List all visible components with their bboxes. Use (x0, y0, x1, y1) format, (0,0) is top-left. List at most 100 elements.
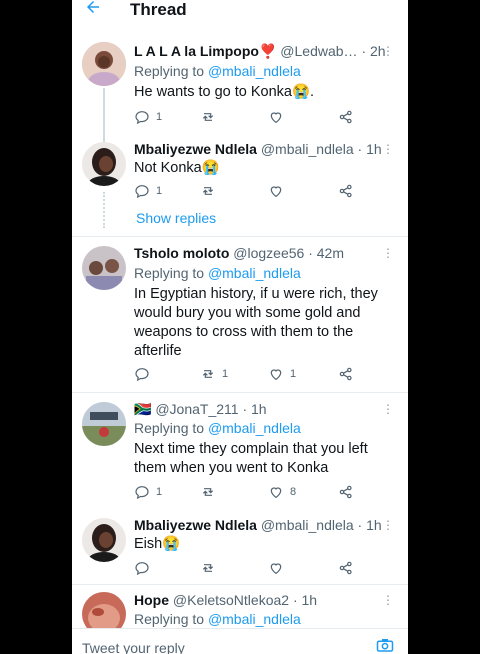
handle[interactable]: @JonaT_211 (155, 401, 238, 417)
retweet-button[interactable] (200, 109, 216, 125)
share-button[interactable] (338, 560, 354, 576)
reply-icon (135, 562, 149, 576)
share-button[interactable] (338, 109, 354, 125)
retweet-icon (202, 113, 214, 121)
retweet-icon (202, 564, 214, 572)
heart-icon (270, 112, 282, 124)
reply-button[interactable]: 1 (134, 183, 162, 199)
more-icon[interactable]: ⋮ (382, 44, 394, 58)
reply-button[interactable] (134, 366, 156, 382)
more-icon[interactable]: ⋮ (382, 593, 394, 607)
retweet-button[interactable] (200, 560, 216, 576)
display-name[interactable]: Tsholo moloto (134, 245, 229, 261)
replying-to: Replying to @mbali_ndlela (134, 265, 301, 281)
avatar[interactable] (82, 592, 126, 628)
reply-icon (135, 368, 149, 382)
like-button[interactable] (268, 183, 284, 199)
reply-icon (135, 486, 149, 500)
retweet-icon (202, 370, 214, 378)
like-count: 8 (290, 486, 297, 498)
like-button[interactable] (268, 109, 284, 125)
tweet-text: In Egyptian history, if u were rich, the… (134, 286, 378, 359)
mention-link[interactable]: @mbali_ndlela (208, 420, 301, 436)
handle[interactable]: @logzee56 (233, 245, 304, 261)
show-replies-link[interactable]: Show replies (136, 210, 216, 226)
thread-dotted-line (103, 192, 107, 228)
retweet-count: 1 (222, 368, 229, 380)
more-icon[interactable]: ⋮ (382, 402, 394, 416)
tweet-text: Eish😭 (134, 536, 181, 552)
reply-button[interactable] (134, 560, 150, 576)
display-name[interactable]: Mbaliyezwe Ndlela (134, 517, 257, 533)
handle[interactable]: @KeletsoNtlekoa2 (173, 592, 289, 608)
like-button[interactable]: 1 (268, 366, 296, 382)
display-name[interactable]: Mbaliyezwe Ndlela (134, 141, 257, 157)
mention-link[interactable]: @mbali_ndlela (208, 63, 301, 79)
avatar[interactable] (82, 402, 126, 446)
display-name[interactable]: Hope (134, 592, 169, 608)
handle[interactable]: @Ledwab… (280, 43, 357, 59)
heart-icon (270, 563, 282, 575)
retweet-button[interactable] (200, 183, 216, 199)
tweet[interactable]: Mbaliyezwe Ndlela @mbali_ndlela · 1h ⋮ N… (72, 136, 408, 236)
tweet-header: Tsholo moloto @logzee56 · 42m (134, 245, 344, 261)
tweet[interactable]: 🇿🇦 @JonaT_211 · 1h ⋮ Replying to @mbali_… (72, 396, 408, 508)
avatar[interactable] (82, 42, 126, 86)
emoji: ❣️ (258, 43, 277, 59)
reply-button[interactable]: 1 (134, 109, 162, 125)
timestamp: · 42m (308, 245, 345, 261)
reply-count: 1 (156, 486, 163, 498)
avatar[interactable] (82, 142, 126, 186)
reply-input[interactable]: Tweet your reply (82, 640, 185, 654)
tweet-actions: 1 1 (134, 366, 374, 384)
thread-screen: Thread L A L A la Limpopo❣️ @Ledwab… · 2… (72, 0, 408, 654)
more-icon[interactable]: ⋮ (382, 246, 394, 260)
reply-icon (135, 111, 149, 125)
display-name[interactable]: L A L A la Limpopo (134, 43, 259, 59)
tweet[interactable]: Mbaliyezwe Ndlela @mbali_ndlela · 1h ⋮ E… (72, 512, 408, 584)
share-button[interactable] (338, 366, 354, 382)
heart-icon (270, 369, 282, 381)
share-icon (339, 561, 352, 575)
retweet-button[interactable]: 1 (200, 366, 228, 382)
reply-composer[interactable]: Tweet your reply (72, 628, 408, 654)
divider (72, 584, 408, 585)
timestamp: · 1h (357, 141, 382, 157)
heart-icon (270, 186, 282, 198)
tweet-header: Hope @KeletsoNtlekoa2 · 1h (134, 592, 317, 608)
mention-link[interactable]: @mbali_ndlela (208, 265, 301, 281)
timestamp: · 1h (357, 517, 382, 533)
more-icon[interactable]: ⋮ (382, 518, 394, 532)
mention-link[interactable]: @mbali_ndlela (208, 611, 301, 627)
share-button[interactable] (338, 183, 354, 199)
tweet[interactable]: Tsholo moloto @logzee56 · 42m ⋮ Replying… (72, 240, 408, 390)
retweet-button[interactable] (200, 484, 216, 500)
share-button[interactable] (338, 484, 354, 500)
like-count: 1 (290, 368, 297, 380)
reply-button[interactable]: 1 (134, 484, 162, 500)
handle[interactable]: @mbali_ndlela (261, 141, 354, 157)
tweet-header: 🇿🇦 @JonaT_211 · 1h (134, 401, 267, 418)
back-button[interactable] (84, 0, 102, 22)
reply-icon (135, 185, 149, 199)
avatar[interactable] (82, 518, 126, 562)
tweet-text: Not Konka😭 (134, 160, 220, 176)
tweet[interactable]: Hope @KeletsoNtlekoa2 · 1h ⋮ Replying to… (72, 588, 408, 628)
tweet-header: L A L A la Limpopo❣️ @Ledwab… · 2h (134, 43, 386, 60)
arrow-left-icon (87, 1, 99, 13)
like-button[interactable]: 8 (268, 484, 296, 500)
tweet-actions: 1 (134, 109, 374, 127)
like-button[interactable] (268, 560, 284, 576)
replying-to: Replying to @mbali_ndlela (134, 420, 301, 436)
handle[interactable]: @mbali_ndlela (261, 517, 354, 533)
tweet-text: He wants to go to Konka😭. (134, 84, 315, 100)
reply-count: 1 (156, 111, 163, 123)
more-icon[interactable]: ⋮ (382, 142, 394, 156)
share-icon (339, 485, 352, 499)
avatar[interactable] (82, 246, 126, 290)
share-icon (339, 110, 352, 124)
divider (72, 236, 408, 237)
retweet-icon (202, 187, 214, 195)
camera-icon[interactable] (376, 637, 394, 654)
tweet[interactable]: L A L A la Limpopo❣️ @Ledwab… · 2h ⋮ Rep… (72, 36, 408, 144)
